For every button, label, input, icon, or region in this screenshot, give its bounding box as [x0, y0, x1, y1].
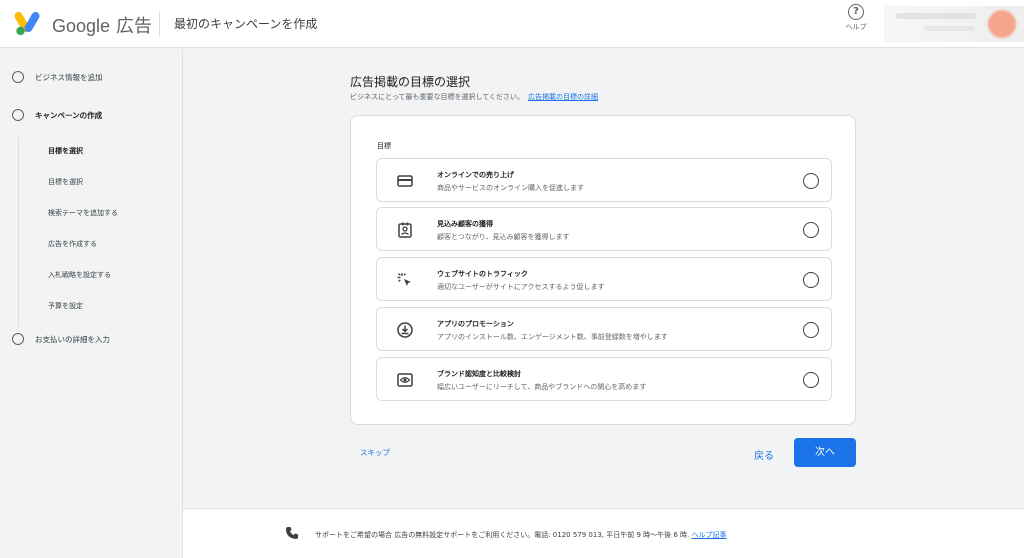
account-id-blurred	[924, 26, 974, 31]
account-name-blurred	[896, 13, 976, 19]
option-radio[interactable]	[803, 322, 819, 338]
option-radio[interactable]	[803, 372, 819, 388]
brand-name: Google 広告	[52, 12, 152, 38]
option-description: 商品やサービスのオンライン購入を促進します	[437, 184, 584, 192]
avatar[interactable]	[988, 10, 1016, 38]
footer: サポートをご希望の場合 広告の無料設定サポートをご利用ください。電話: 0120…	[183, 508, 1024, 558]
option-description: アプリのインストール数、エンゲージメント数、事前登録数を増やします	[437, 333, 668, 341]
help-article-link[interactable]: ヘルプ記事	[692, 531, 727, 539]
goal-option-online-sales[interactable]: オンラインでの売り上げ 商品やサービスのオンライン購入を促進します	[376, 158, 832, 202]
google-ads-logo[interactable]	[14, 9, 44, 37]
main-subtitle: ビジネスにとって最も重要な目標を選択してください。 広告掲載の目標の詳細	[350, 92, 598, 102]
step-circle-icon	[12, 333, 24, 345]
card-label: 目標	[377, 142, 391, 150]
option-description: 幅広いユーザーにリーチして、商品やブランドへの関心を高めます	[437, 383, 647, 391]
option-radio[interactable]	[803, 272, 819, 288]
main-title: 広告掲載の目標の選択	[350, 75, 471, 89]
option-description: 適切なユーザーがサイトにアクセスするよう促します	[437, 283, 605, 291]
brand-google-text: Google	[52, 16, 111, 36]
brand-product-text: 広告	[116, 16, 153, 36]
top-header: Google 広告 最初のキャンペーンを作成 ? ヘルプ	[0, 0, 1024, 48]
help-label: ヘルプ	[845, 23, 867, 31]
main-subtitle-text: ビジネスにとって最も重要な目標を選択してください。	[350, 93, 525, 101]
stepper-line	[18, 137, 19, 327]
step-label: キャンペーンの作成	[35, 110, 103, 120]
cursor-click-icon	[397, 273, 411, 286]
next-button[interactable]: 次へ	[794, 438, 856, 467]
footer-text: サポートをご希望の場合 広告の無料設定サポートをご利用ください。電話: 0120…	[315, 531, 690, 539]
account-menu[interactable]	[884, 6, 1024, 42]
credit-card-icon	[397, 175, 413, 187]
goal-details-link[interactable]: 広告掲載の目標の詳細	[528, 93, 598, 101]
sidebar-step-create-campaign[interactable]: キャンペーンの作成	[12, 109, 102, 121]
option-radio[interactable]	[803, 173, 819, 189]
goal-option-brand-awareness[interactable]: ブランド認知度と比較検討 幅広いユーザーにリーチして、商品やブランドへの関心を高…	[376, 357, 832, 401]
sidebar-step-business-info[interactable]: ビジネス情報を追加	[12, 71, 103, 83]
step-label: ビジネス情報を追加	[35, 72, 103, 82]
sidebar-substep-search-themes[interactable]: 検索テーマを追加する	[48, 208, 118, 218]
sidebar: ビジネス情報を追加 キャンペーンの作成 目標を選択 目標を選択 検索テーマを追加…	[0, 49, 183, 558]
step-circle-icon	[12, 109, 24, 121]
sidebar-substep-create-ad[interactable]: 広告を作成する	[48, 239, 97, 249]
page-title: 最初のキャンペーンを作成	[174, 17, 318, 31]
sidebar-substep-select-goal-active[interactable]: 目標を選択	[48, 146, 83, 156]
option-title: オンラインでの売り上げ	[437, 171, 514, 179]
download-circle-icon	[397, 322, 413, 338]
skip-link[interactable]: スキップ	[360, 447, 390, 458]
back-button[interactable]: 戻る	[754, 447, 774, 462]
sidebar-step-payment[interactable]: お支払いの詳細を入力	[12, 333, 110, 345]
help-icon: ?	[848, 4, 864, 20]
goal-option-leads[interactable]: 見込み顧客の獲得 顧客とつながり、見込み顧客を獲得します	[376, 207, 832, 251]
help-button[interactable]: ? ヘルプ	[840, 4, 872, 32]
header-divider	[159, 12, 160, 36]
step-circle-icon	[12, 71, 24, 83]
sidebar-substep-budget[interactable]: 予算を設定	[48, 301, 83, 311]
footer-support-text: サポートをご希望の場合 広告の無料設定サポートをご利用ください。電話: 0120…	[315, 530, 727, 540]
step-label: お支払いの詳細を入力	[35, 334, 110, 344]
eye-icon	[397, 373, 413, 387]
option-title: アプリのプロモーション	[437, 320, 514, 328]
sidebar-substep-select-goal[interactable]: 目標を選択	[48, 177, 83, 187]
goal-card: 目標 オンラインでの売り上げ 商品やサービスのオンライン購入を促進します 見込み…	[350, 115, 856, 425]
option-radio[interactable]	[803, 222, 819, 238]
option-title: ウェブサイトのトラフィック	[437, 270, 528, 278]
goal-option-website-traffic[interactable]: ウェブサイトのトラフィック 適切なユーザーがサイトにアクセスするよう促します	[376, 257, 832, 301]
sidebar-substep-bidding[interactable]: 入札戦略を設定する	[48, 270, 111, 280]
option-description: 顧客とつながり、見込み顧客を獲得します	[437, 233, 570, 241]
option-title: ブランド認知度と比較検討	[437, 370, 521, 378]
phone-icon	[286, 527, 298, 539]
contact-card-icon	[398, 222, 412, 238]
goal-option-app-promotion[interactable]: アプリのプロモーション アプリのインストール数、エンゲージメント数、事前登録数を…	[376, 307, 832, 351]
option-title: 見込み顧客の獲得	[437, 220, 493, 228]
